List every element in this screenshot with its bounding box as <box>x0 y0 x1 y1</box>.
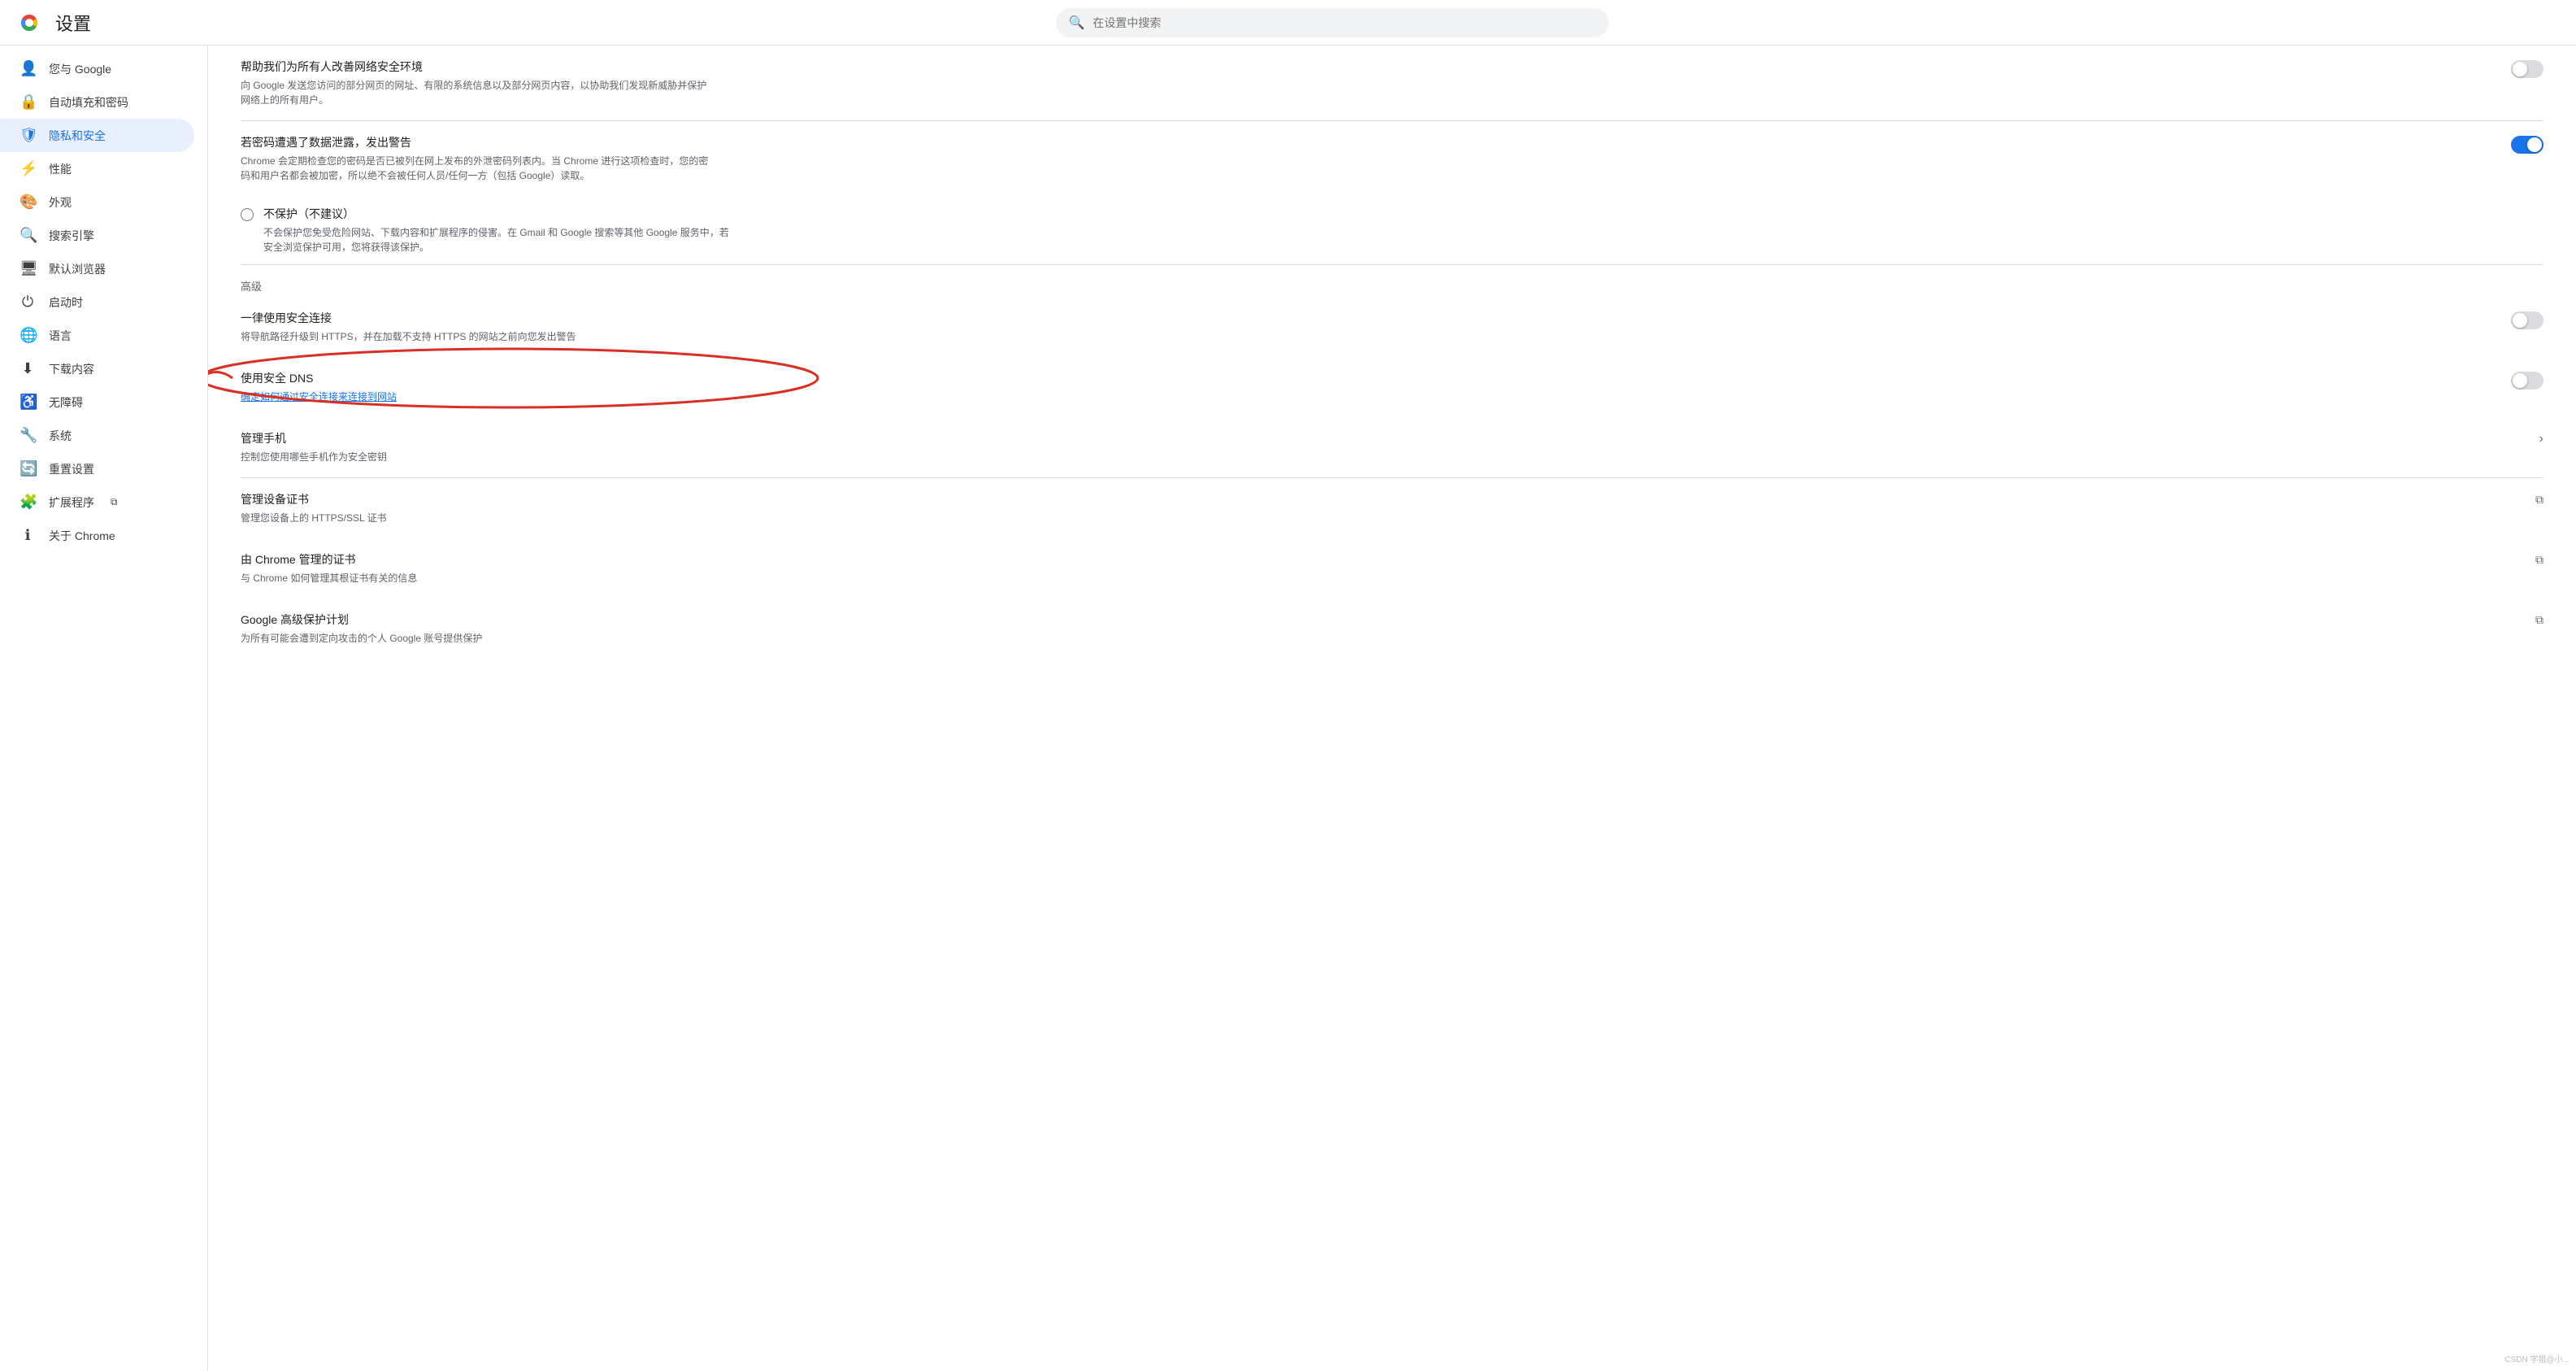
manage-certs-title: 管理设备证书 <box>241 491 2519 507</box>
manage-certs-external-icon: ⧉ <box>2535 493 2543 507</box>
manage-phone-arrow-icon: › <box>2539 432 2543 446</box>
https-only-toggle[interactable] <box>2511 311 2543 329</box>
https-only-desc: 将导航路径升级到 HTTPS，并在加载不支持 HTTPS 的网站之前向您发出警告 <box>241 329 712 344</box>
google-protection-external-icon: ⧉ <box>2535 613 2543 627</box>
secure-dns-row: 使用安全 DNS 确定如何通过安全连接来连接到网站 <box>241 357 2543 417</box>
sidebar-item-privacy[interactable]: 🛡 隐私和安全 <box>0 119 194 152</box>
manage-phone-title: 管理手机 <box>241 430 2523 446</box>
sidebar-icon-reset: 🔄 <box>20 460 36 477</box>
sidebar-icon-about: ℹ <box>20 527 36 544</box>
sidebar-item-profile[interactable]: 👤 您与 Google <box>0 52 194 85</box>
sidebar-icon-search: 🔍 <box>20 227 36 244</box>
no-protection-title: 不保护（不建议） <box>263 206 735 222</box>
secure-dns-toggle[interactable] <box>2511 372 2543 390</box>
manage-phone-desc: 控制您使用哪些手机作为安全密钥 <box>241 450 712 464</box>
sidebar-item-extensions[interactable]: 🧩 扩展程序 ⧉ <box>0 485 194 519</box>
sidebar-label-privacy: 隐私和安全 <box>49 128 106 144</box>
no-protection-row: 不保护（不建议） 不会保护您免受危险网站、下载内容和扩展程序的侵害。在 Gmai… <box>241 196 2543 265</box>
sidebar-item-startup[interactable]: ⏻ 启动时 <box>0 285 194 319</box>
search-bar: 🔍 <box>1056 8 1609 37</box>
sidebar-icon-accessibility: ♿ <box>20 394 36 411</box>
sidebar-icon-extensions: 🧩 <box>20 494 36 511</box>
sidebar-icon-appearance: 🎨 <box>20 194 36 211</box>
sidebar-label-about: 关于 Chrome <box>49 528 115 544</box>
sidebar-icon-privacy: 🛡 <box>20 127 36 144</box>
network-security-desc: 向 Google 发送您访问的部分网页的网址、有限的系统信息以及部分网页内容，以… <box>241 78 712 107</box>
sidebar-label-languages: 语言 <box>49 328 72 344</box>
sidebar: 👤 您与 Google 🔒 自动填充和密码 🛡 隐私和安全 ⚡ 性能 🎨 外观 … <box>0 46 208 1371</box>
sidebar-item-about[interactable]: ℹ 关于 Chrome <box>0 519 194 552</box>
chrome-certs-desc: 与 Chrome 如何管理其根证书有关的信息 <box>241 571 712 585</box>
advanced-heading: 高级 <box>241 265 2543 297</box>
extensions-external-icon: ⧉ <box>111 496 118 508</box>
sidebar-item-accessibility[interactable]: ♿ 无障碍 <box>0 385 194 419</box>
watermark: CSDN 学姐@小... <box>2504 1352 2569 1364</box>
search-icon: 🔍 <box>1069 15 1085 31</box>
secure-dns-title: 使用安全 DNS <box>241 370 2495 386</box>
sidebar-label-search: 搜索引擎 <box>49 228 94 244</box>
password-breach-title: 若密码遭遇了数据泄露，发出警告 <box>241 134 2495 150</box>
network-security-toggle[interactable] <box>2511 60 2543 78</box>
sidebar-item-default-browser[interactable]: 🖥 默认浏览器 <box>0 252 194 285</box>
https-only-row: 一律使用安全连接 将导航路径升级到 HTTPS，并在加载不支持 HTTPS 的网… <box>241 297 2543 357</box>
content-wrapper: 帮助我们为所有人改善网络安全环境 向 Google 发送您访问的部分网页的网址、… <box>241 46 2543 659</box>
google-protection-title: Google 高级保护计划 <box>241 612 2519 628</box>
sidebar-label-extensions: 扩展程序 <box>49 494 94 511</box>
sidebar-icon-languages: 🌐 <box>20 327 36 344</box>
sidebar-item-appearance[interactable]: 🎨 外观 <box>0 185 194 219</box>
sidebar-label-autofill: 自动填充和密码 <box>49 94 128 111</box>
sidebar-icon-startup: ⏻ <box>20 294 36 311</box>
sidebar-label-default-browser: 默认浏览器 <box>49 261 106 277</box>
no-protection-desc: 不会保护您免受危险网站、下载内容和扩展程序的侵害。在 Gmail 和 Googl… <box>263 225 735 255</box>
sidebar-item-reset[interactable]: 🔄 重置设置 <box>0 452 194 485</box>
manage-phone-row[interactable]: 管理手机 控制您使用哪些手机作为安全密钥 › <box>241 417 2543 478</box>
sidebar-item-system[interactable]: 🔧 系统 <box>0 419 194 452</box>
sidebar-item-autofill[interactable]: 🔒 自动填充和密码 <box>0 85 194 119</box>
google-protection-desc: 为所有可能会遭到定向攻击的个人 Google 账号提供保护 <box>241 631 712 646</box>
sidebar-label-downloads: 下载内容 <box>49 361 94 377</box>
sidebar-icon-default-browser: 🖥 <box>20 260 36 277</box>
google-protection-row[interactable]: Google 高级保护计划 为所有可能会遭到定向攻击的个人 Google 账号提… <box>241 598 2543 659</box>
sidebar-label-profile: 您与 Google <box>49 61 111 77</box>
sidebar-item-search[interactable]: 🔍 搜索引擎 <box>0 219 194 252</box>
search-input[interactable] <box>1093 16 1595 29</box>
sidebar-icon-autofill: 🔒 <box>20 94 36 111</box>
chrome-certs-row[interactable]: 由 Chrome 管理的证书 与 Chrome 如何管理其根证书有关的信息 ⧉ <box>241 538 2543 598</box>
page-title: 设置 <box>55 10 91 36</box>
sidebar-label-reset: 重置设置 <box>49 461 94 477</box>
network-security-title: 帮助我们为所有人改善网络安全环境 <box>241 59 2495 75</box>
sidebar-label-startup: 启动时 <box>49 294 83 311</box>
sidebar-icon-performance: ⚡ <box>20 160 36 177</box>
https-only-title: 一律使用安全连接 <box>241 310 2495 326</box>
chrome-certs-external-icon: ⧉ <box>2535 553 2543 567</box>
sidebar-label-accessibility: 无障碍 <box>49 394 83 411</box>
sidebar-icon-downloads: ⬇ <box>20 360 36 377</box>
sidebar-label-performance: 性能 <box>49 161 72 177</box>
secure-dns-desc: 确定如何通过安全连接来连接到网站 <box>241 390 712 404</box>
sidebar-item-performance[interactable]: ⚡ 性能 <box>0 152 194 185</box>
sidebar-label-system: 系统 <box>49 428 72 444</box>
network-security-row: 帮助我们为所有人改善网络安全环境 向 Google 发送您访问的部分网页的网址、… <box>241 46 2543 121</box>
password-breach-desc: Chrome 会定期检查您的密码是否已被列在网上发布的外泄密码列表内。当 Chr… <box>241 154 712 183</box>
sidebar-item-languages[interactable]: 🌐 语言 <box>0 319 194 352</box>
chrome-certs-title: 由 Chrome 管理的证书 <box>241 551 2519 568</box>
content-area: 帮助我们为所有人改善网络安全环境 向 Google 发送您访问的部分网页的网址、… <box>208 46 2576 1371</box>
sidebar-item-downloads[interactable]: ⬇ 下载内容 <box>0 352 194 385</box>
password-breach-row: 若密码遭遇了数据泄露，发出警告 Chrome 会定期检查您的密码是否已被列在网上… <box>241 121 2543 196</box>
manage-certs-desc: 管理您设备上的 HTTPS/SSL 证书 <box>241 511 712 525</box>
manage-certs-row[interactable]: 管理设备证书 管理您设备上的 HTTPS/SSL 证书 ⧉ <box>241 478 2543 538</box>
sidebar-icon-system: 🔧 <box>20 427 36 444</box>
password-breach-toggle[interactable] <box>2511 136 2543 154</box>
chrome-logo <box>16 10 42 36</box>
no-protection-radio[interactable] <box>241 208 254 221</box>
sidebar-label-appearance: 外观 <box>49 194 72 211</box>
sidebar-icon-profile: 👤 <box>20 60 36 77</box>
